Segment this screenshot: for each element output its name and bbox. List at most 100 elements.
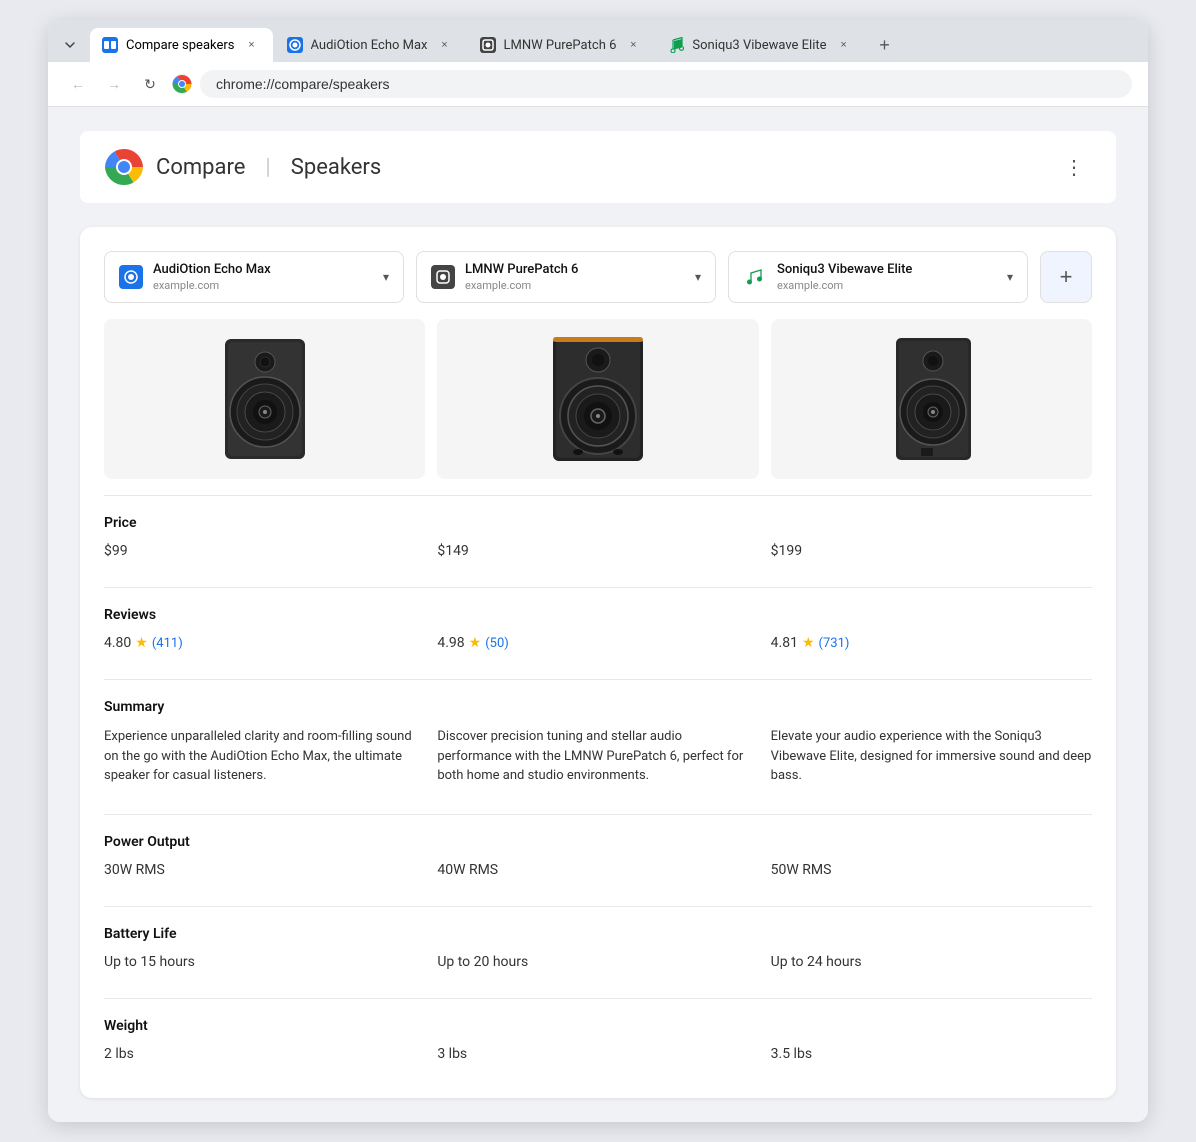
tab-lmnw-close[interactable]: × bbox=[624, 36, 642, 54]
new-tab-button[interactable]: + bbox=[871, 31, 899, 59]
product-1-dropdown-icon: ▾ bbox=[383, 270, 389, 284]
product-1-rating-number: 4.80 bbox=[104, 635, 131, 651]
product-2-price: $149 bbox=[437, 539, 758, 563]
header-left: Compare | Speakers bbox=[104, 147, 381, 187]
product-2-star-icon: ★ bbox=[469, 635, 482, 651]
tab-lmnw-purepatch[interactable]: LMNW PurePatch 6 × bbox=[468, 28, 655, 62]
header-category-label: Speakers bbox=[291, 155, 381, 180]
page-header: Compare | Speakers ⋮ bbox=[80, 131, 1116, 203]
product-1-star-icon: ★ bbox=[135, 635, 148, 651]
add-product-button[interactable]: + bbox=[1040, 251, 1092, 303]
header-divider: | bbox=[265, 155, 270, 180]
product-3-reviews: 4.81 ★ (731) bbox=[771, 631, 1092, 655]
weight-row-header: Weight bbox=[104, 998, 1092, 1042]
tab-soniqu3-close[interactable]: × bbox=[835, 36, 853, 54]
google-logo-icon bbox=[104, 147, 144, 187]
battery-life-label: Battery Life bbox=[104, 926, 177, 942]
product-3-info: Soniqu3 Vibewave Elite example.com bbox=[777, 262, 997, 292]
tab-compare-speakers-label: Compare speakers bbox=[126, 38, 235, 53]
soniqu3-tab-icon bbox=[668, 37, 684, 53]
address-input[interactable] bbox=[200, 70, 1132, 98]
product-3-star-icon: ★ bbox=[802, 635, 815, 651]
tab-audiOtion-echo-max[interactable]: AudiOtion Echo Max × bbox=[275, 28, 466, 62]
product-1-price: $99 bbox=[104, 539, 425, 563]
product-3-power-output: 50W RMS bbox=[771, 858, 1092, 882]
tab-compare-speakers[interactable]: Compare speakers × bbox=[90, 28, 273, 62]
product-2-power-output: 40W RMS bbox=[437, 858, 758, 882]
page-content: Compare | Speakers ⋮ bbox=[48, 107, 1148, 1122]
reviews-row-header: Reviews bbox=[104, 587, 1092, 631]
product-2-info: LMNW PurePatch 6 example.com bbox=[465, 262, 685, 292]
reload-icon: ↻ bbox=[144, 76, 156, 93]
back-button[interactable]: ← bbox=[64, 70, 92, 98]
product-images-row bbox=[104, 319, 1092, 479]
product-3-star-rating: 4.81 ★ (731) bbox=[771, 635, 1092, 651]
forward-button[interactable]: → bbox=[100, 70, 128, 98]
product-2-star-rating: 4.98 ★ (50) bbox=[437, 635, 758, 651]
product-3-battery-life: Up to 24 hours bbox=[771, 950, 1092, 974]
battery-life-row-header: Battery Life bbox=[104, 906, 1092, 950]
summary-label: Summary bbox=[104, 699, 164, 715]
header-compare-label: Compare bbox=[156, 155, 245, 180]
tab-audiOtion-label: AudiOtion Echo Max bbox=[311, 38, 428, 53]
reviews-values-row: 4.80 ★ (411) 4.98 ★ (50) bbox=[104, 631, 1092, 663]
product-selector-1[interactable]: AudiOtion Echo Max example.com ▾ bbox=[104, 251, 404, 303]
product-3-dropdown-icon: ▾ bbox=[1007, 270, 1013, 284]
tab-dropdown-button[interactable] bbox=[56, 31, 84, 59]
power-output-values-row: 30W RMS 40W RMS 50W RMS bbox=[104, 858, 1092, 890]
product-3-image bbox=[771, 319, 1092, 479]
product-2-dropdown-icon: ▾ bbox=[695, 270, 701, 284]
tab-lmnw-label: LMNW PurePatch 6 bbox=[504, 38, 617, 53]
summary-values-row: Experience unparalleled clarity and room… bbox=[104, 723, 1092, 798]
speaker-2-svg bbox=[543, 334, 653, 464]
tab-compare-speakers-close[interactable]: × bbox=[243, 36, 261, 54]
audiOtion-tab-icon bbox=[287, 37, 303, 53]
product-1-star-rating: 4.80 ★ (411) bbox=[104, 635, 425, 651]
product-2-rating-number: 4.98 bbox=[437, 635, 464, 651]
product-2-domain: example.com bbox=[465, 279, 685, 292]
product-1-domain: example.com bbox=[153, 279, 373, 292]
product-1-image bbox=[104, 319, 425, 479]
product-2-summary: Discover precision tuning and stellar au… bbox=[437, 723, 758, 790]
back-icon: ← bbox=[71, 76, 85, 92]
reload-button[interactable]: ↻ bbox=[136, 70, 164, 98]
product-2-name: LMNW PurePatch 6 bbox=[465, 262, 685, 279]
compare-speakers-tab-icon bbox=[102, 37, 118, 53]
product-3-icon bbox=[743, 265, 767, 289]
tab-audiOtion-close[interactable]: × bbox=[436, 36, 454, 54]
product-3-summary: Elevate your audio experience with the S… bbox=[771, 723, 1092, 790]
product-1-icon bbox=[119, 265, 143, 289]
product-2-review-count[interactable]: (50) bbox=[485, 636, 509, 651]
product-2-image bbox=[437, 319, 758, 479]
product-1-name: AudiOtion Echo Max bbox=[153, 262, 373, 279]
tab-soniqu3-vibewave[interactable]: Soniqu3 Vibewave Elite × bbox=[656, 28, 864, 62]
battery-life-values-row: Up to 15 hours Up to 20 hours Up to 24 h… bbox=[104, 950, 1092, 982]
tab-bar-left bbox=[56, 31, 84, 59]
more-options-icon: ⋮ bbox=[1064, 155, 1084, 180]
speaker-3-svg bbox=[876, 334, 986, 464]
lmnw-tab-icon bbox=[480, 37, 496, 53]
product-3-review-count[interactable]: (731) bbox=[819, 636, 850, 651]
product-2-battery-life: Up to 20 hours bbox=[437, 950, 758, 974]
product-3-price: $199 bbox=[771, 539, 1092, 563]
chrome-logo-icon bbox=[172, 74, 192, 94]
power-output-row-header: Power Output bbox=[104, 814, 1092, 858]
price-values-row: $99 $149 $199 bbox=[104, 539, 1092, 571]
product-1-review-count[interactable]: (411) bbox=[152, 636, 183, 651]
price-row-header: Price bbox=[104, 495, 1092, 539]
product-1-info: AudiOtion Echo Max example.com bbox=[153, 262, 373, 292]
product-selector-2[interactable]: LMNW PurePatch 6 example.com ▾ bbox=[416, 251, 716, 303]
product-3-name: Soniqu3 Vibewave Elite bbox=[777, 262, 997, 279]
product-1-weight: 2 lbs bbox=[104, 1042, 425, 1066]
product-2-weight: 3 lbs bbox=[437, 1042, 758, 1066]
product-1-reviews: 4.80 ★ (411) bbox=[104, 631, 425, 655]
product-3-domain: example.com bbox=[777, 279, 997, 292]
product-1-summary: Experience unparalleled clarity and room… bbox=[104, 723, 425, 790]
weight-values-row: 2 lbs 3 lbs 3.5 lbs bbox=[104, 1042, 1092, 1074]
tab-bar: Compare speakers × AudiOtion Echo Max × bbox=[48, 20, 1148, 62]
browser-window: Compare speakers × AudiOtion Echo Max × bbox=[48, 20, 1148, 1122]
product-selectors-row: AudiOtion Echo Max example.com ▾ LMNW bbox=[104, 251, 1092, 303]
product-selector-3[interactable]: Soniqu3 Vibewave Elite example.com ▾ bbox=[728, 251, 1028, 303]
more-options-button[interactable]: ⋮ bbox=[1056, 149, 1092, 185]
power-output-label: Power Output bbox=[104, 834, 190, 850]
